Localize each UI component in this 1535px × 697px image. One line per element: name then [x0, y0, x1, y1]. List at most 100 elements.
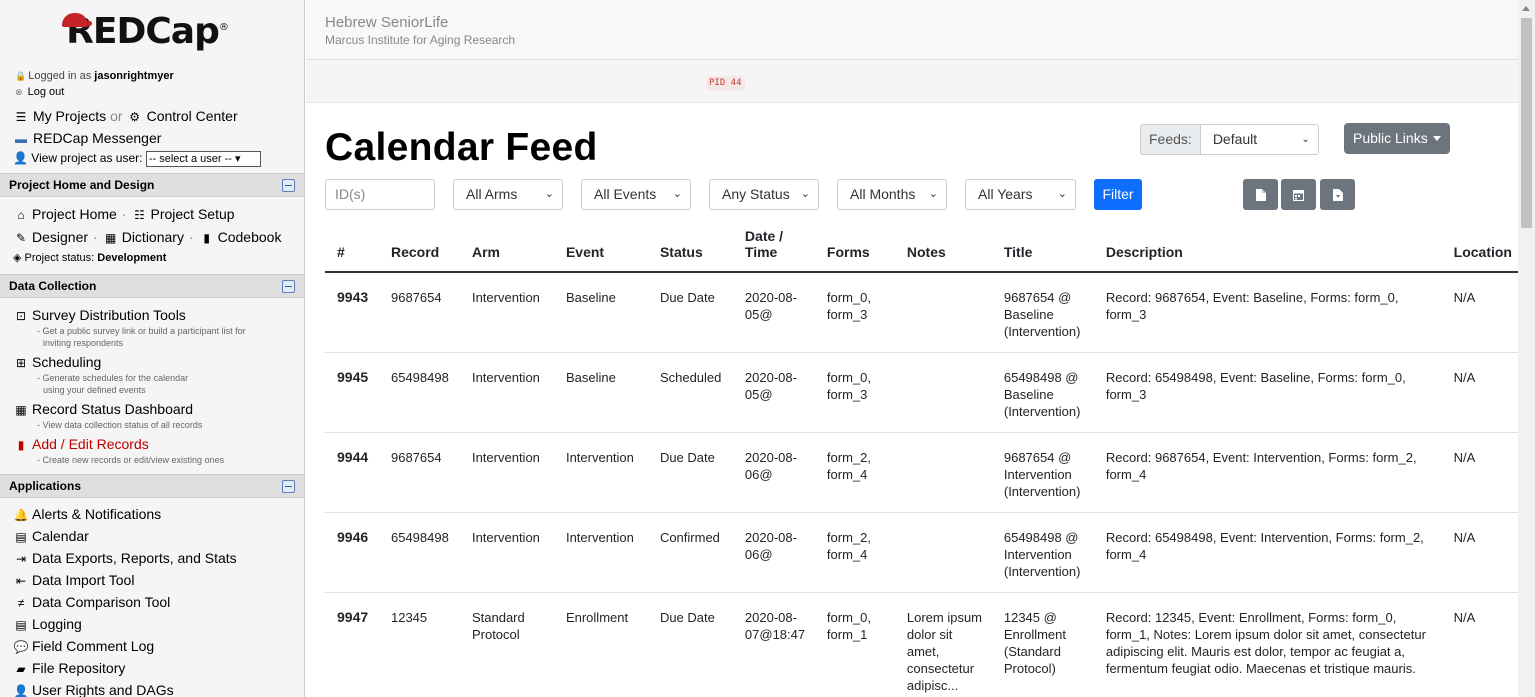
cell-arm: Standard Protocol [459, 592, 554, 697]
add-edit-records-link[interactable]: Add / Edit Records [32, 436, 149, 452]
years-select[interactable]: All Years ⌄ [965, 179, 1076, 210]
file-icon [1255, 188, 1266, 201]
export-icon: ⇥ [15, 552, 27, 566]
chevron-down-icon: ⌄ [672, 188, 682, 200]
months-select[interactable]: All Months ⌄ [837, 179, 947, 210]
months-value: All Months [850, 186, 916, 202]
codebook-link[interactable]: Codebook [218, 229, 282, 245]
collapse-toggle[interactable] [282, 280, 295, 293]
section-header-home-design: Project Home and Design [0, 173, 304, 197]
cell-event: Baseline [553, 352, 648, 433]
events-value: All Events [594, 186, 657, 202]
calendar-icon: ▤ [15, 530, 27, 544]
arms-select[interactable]: All Arms ⌄ [453, 179, 563, 210]
project-home-link[interactable]: Project Home [32, 206, 117, 222]
file-repository-link[interactable]: File Repository [32, 660, 125, 676]
column-header-record[interactable]: Record [378, 220, 460, 273]
tool-survey-distribution: ⊡ Survey Distribution Tools - Get a publi… [13, 306, 291, 349]
tool-record-status: ▦ Record Status Dashboard - View data col… [13, 400, 291, 431]
scheduling-link[interactable]: Scheduling [32, 354, 101, 370]
sidebar: REDCap® 🔒 Logged in as jasonrightmyer ⊗ L… [0, 0, 305, 697]
edit-icon: ✎ [15, 231, 27, 245]
messenger-link[interactable]: REDCap Messenger [33, 130, 161, 146]
column-header-title[interactable]: Title [991, 220, 1094, 273]
user-rights-link[interactable]: User Rights and DAGs [32, 682, 174, 697]
caret-down-icon [1432, 136, 1441, 141]
record-ids-input[interactable]: ID(s) [325, 179, 435, 210]
grid-icon: ▦ [15, 403, 27, 417]
events-select[interactable]: All Events ⌄ [581, 179, 691, 210]
calendar-link[interactable]: Calendar [32, 528, 89, 544]
public-links-button[interactable]: Public Links [1344, 123, 1450, 154]
feeds-select[interactable]: Default ⌄ [1200, 125, 1318, 154]
column-header-notes[interactable]: Notes [894, 220, 992, 273]
tool-add-edit-records: ▮ Add / Edit Records - Create new records… [13, 435, 291, 466]
tool-description: - Get a public survey link or build a pa… [37, 326, 246, 336]
column-header-num[interactable]: # [325, 220, 379, 273]
column-header-datetime[interactable]: Date / Time [732, 220, 815, 273]
column-header-forms[interactable]: Forms [814, 220, 895, 273]
cell-notes [894, 352, 992, 433]
cell-notes [894, 272, 992, 353]
scroll-up-icon[interactable] [1522, 6, 1530, 11]
chevron-down-icon: ⌄ [544, 188, 554, 200]
column-header-status[interactable]: Status [647, 220, 733, 273]
view-as-value: -- select a user -- [148, 153, 232, 165]
vertical-scrollbar[interactable] [1518, 0, 1535, 697]
cell-record: 65498498 [378, 352, 460, 433]
data-comparison-link[interactable]: Data Comparison Tool [32, 594, 170, 610]
survey-distribution-link[interactable]: Survey Distribution Tools [32, 307, 186, 323]
logged-in-label: Logged in as [28, 70, 92, 82]
my-projects-link[interactable]: My Projects [33, 108, 106, 124]
redcap-logo[interactable]: REDCap® [0, 0, 304, 62]
dictionary-link[interactable]: Dictionary [122, 229, 184, 245]
tool-scheduling: ⊞ Scheduling - Generate schedules for the… [13, 353, 291, 396]
cell-location: N/A [1441, 592, 1518, 697]
calendar-export-button[interactable] [1281, 179, 1316, 210]
export-file-button[interactable] [1243, 179, 1278, 210]
cell-num: 9944 [325, 432, 379, 513]
field-comment-log-link[interactable]: Field Comment Log [32, 638, 154, 654]
section-header-data-collection: Data Collection [0, 274, 304, 298]
cell-arm: Intervention [459, 352, 554, 433]
feeds-value: Default [1212, 131, 1258, 147]
cell-datetime: 2020-08-06@ [732, 432, 815, 513]
view-as-select[interactable]: -- select a user -- ▾ [145, 151, 261, 167]
filter-button[interactable]: Filter [1094, 179, 1142, 210]
download-file-button[interactable] [1320, 179, 1355, 210]
record-status-dashboard-link[interactable]: Record Status Dashboard [32, 401, 193, 417]
comments-icon: 💬 [13, 640, 29, 654]
cell-arm: Intervention [459, 432, 554, 513]
logging-link[interactable]: Logging [32, 616, 82, 632]
column-header-description[interactable]: Description [1093, 220, 1442, 273]
cell-notes: Lorem ipsum dolor sit amet, consectetur … [894, 592, 992, 697]
cell-description: Record: 65498498, Event: Baseline, Forms… [1093, 352, 1442, 433]
column-header-event[interactable]: Event [553, 220, 648, 273]
status-select[interactable]: Any Status ⌄ [709, 179, 819, 210]
alerts-link[interactable]: Alerts & Notifications [32, 506, 161, 522]
project-setup-link[interactable]: Project Setup [150, 206, 234, 222]
scrollbar-thumb[interactable] [1521, 18, 1532, 228]
cell-location: N/A [1441, 352, 1518, 433]
cell-forms: form_0, form_3 [814, 352, 895, 433]
cell-forms: form_2, form_4 [814, 432, 895, 513]
section-header-applications: Applications [0, 474, 304, 498]
cell-location: N/A [1441, 432, 1518, 513]
column-header-arm[interactable]: Arm [459, 220, 554, 273]
collapse-toggle[interactable] [282, 480, 295, 493]
cell-description: Record: 9687654, Event: Baseline, Forms:… [1093, 272, 1442, 353]
section-title: Data Collection [9, 279, 97, 293]
collapse-toggle[interactable] [282, 179, 295, 192]
cell-status: Due Date [647, 592, 733, 697]
data-import-link[interactable]: Data Import Tool [32, 572, 134, 588]
chevron-down-icon: ⌄ [1057, 188, 1067, 200]
table-row: 9945 65498498 Intervention Baseline Sche… [325, 352, 1518, 433]
data-exports-link[interactable]: Data Exports, Reports, and Stats [32, 550, 237, 566]
logout-link[interactable]: Log out [28, 86, 65, 98]
calendar-feed-table: # Record Arm Event Status Date / Time Fo… [325, 220, 1518, 697]
designer-link[interactable]: Designer [32, 229, 88, 245]
control-center-link[interactable]: Control Center [147, 108, 238, 124]
cell-event: Enrollment [553, 592, 648, 697]
column-header-location[interactable]: Location [1441, 220, 1518, 273]
project-bar: PID 44 [306, 60, 1518, 103]
